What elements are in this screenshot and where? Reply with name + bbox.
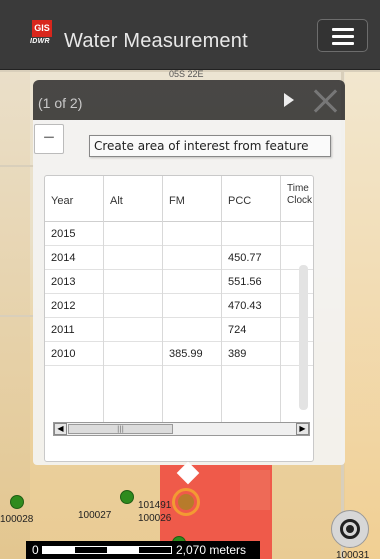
cell-alt (104, 246, 163, 270)
column-header-time-clock[interactable]: Time Clock (281, 176, 313, 222)
well-marker[interactable] (120, 490, 134, 504)
cell-fm: 385.99 (163, 342, 222, 366)
scale-bar: 0 2,070 meters (26, 541, 260, 559)
well-id-label: 100028 (0, 514, 34, 525)
column-header-fm[interactable]: FM (163, 176, 222, 222)
scale-distance: 2,070 meters (176, 543, 247, 557)
popup-vertical-scrollbar[interactable] (299, 265, 308, 410)
well-id-label: 101491 (138, 500, 172, 511)
table-row: 2012 470.43 (45, 294, 313, 318)
cell-alt (104, 294, 163, 318)
cell-alt (104, 318, 163, 342)
logo-gis-text: GIS (32, 20, 52, 37)
scale-zero: 0 (32, 543, 39, 557)
table-row: 2015 (45, 222, 313, 246)
cell-year: 2012 (45, 294, 104, 318)
table-row: 2013 551.56 (45, 270, 313, 294)
cell-pcc: 724 (222, 318, 281, 342)
cell-pcc (222, 222, 281, 246)
cell-pcc: 551.56 (222, 270, 281, 294)
table-row: 2014 450.77 (45, 246, 313, 270)
cell-year: 2010 (45, 342, 104, 366)
cell-year: 2015 (45, 222, 104, 246)
map-terrain (345, 70, 380, 559)
well-id-label: 100027 (78, 510, 112, 521)
hamburger-icon-bar (332, 42, 354, 45)
cell-time-clock (281, 342, 313, 366)
cell-year: 2011 (45, 318, 104, 342)
table-empty-area (45, 366, 313, 422)
cell-fm (163, 246, 222, 270)
cell-pcc: 450.77 (222, 246, 281, 270)
cell-time-clock (281, 270, 313, 294)
table-row: 2011 724 (45, 318, 313, 342)
cell-year: 2013 (45, 270, 104, 294)
cell-alt (104, 270, 163, 294)
hamburger-icon (332, 28, 354, 31)
cell-pcc: 389 (222, 342, 281, 366)
app-title: Water Measurement (64, 30, 248, 52)
table-header-row: Year Alt FM PCC Time Clock (45, 176, 313, 222)
close-icon[interactable] (312, 88, 338, 114)
popup-header: (1 of 2) (33, 80, 345, 120)
scroll-left-arrow-icon[interactable]: ◀ (54, 423, 67, 435)
cell-fm (163, 222, 222, 246)
locate-button[interactable] (331, 510, 369, 548)
next-arrow-icon[interactable] (284, 93, 294, 107)
map-road (0, 315, 34, 317)
cell-alt (104, 222, 163, 246)
scale-bar-graphic (42, 546, 172, 554)
township-label: 05S 22E (169, 70, 204, 79)
table-row: 2010 385.99 389 (45, 342, 313, 366)
cell-time-clock (281, 246, 313, 270)
logo-idwr-text: IDWR (30, 38, 50, 45)
cell-time-clock (281, 294, 313, 318)
cell-year: 2014 (45, 246, 104, 270)
popup-feature-count: (1 of 2) (38, 95, 83, 111)
scroll-right-arrow-icon[interactable]: ▶ (296, 423, 309, 435)
scrollbar-thumb[interactable]: ||| (68, 424, 173, 434)
table-horizontal-scrollbar[interactable]: ◀ ||| ▶ (53, 422, 310, 436)
cell-fm (163, 270, 222, 294)
well-id-label: 100031 (336, 550, 370, 559)
cell-alt (104, 342, 163, 366)
hamburger-icon-bar (332, 35, 354, 38)
well-marker[interactable] (10, 495, 24, 509)
measurement-table: Year Alt FM PCC Time Clock 2015 2014 450… (44, 175, 314, 462)
zoom-out-button[interactable]: − (34, 124, 64, 154)
cell-time-clock (281, 318, 313, 342)
column-header-year[interactable]: Year (45, 176, 104, 222)
cell-fm (163, 318, 222, 342)
column-header-pcc[interactable]: PCC (222, 176, 281, 222)
app-header: GIS IDWR Water Measurement (0, 0, 380, 70)
parcel-area[interactable] (240, 470, 270, 510)
cell-fm (163, 294, 222, 318)
gis-idwr-logo: GIS IDWR (30, 20, 55, 50)
cell-pcc: 470.43 (222, 294, 281, 318)
column-header-alt[interactable]: Alt (104, 176, 163, 222)
well-id-label: 100026 (138, 513, 172, 524)
menu-button[interactable] (317, 19, 368, 52)
locate-center-icon (346, 525, 354, 533)
cell-time-clock (281, 222, 313, 246)
selected-feature-core (178, 494, 194, 510)
create-aoi-tooltip: Create area of interest from feature (89, 135, 331, 157)
map-road (0, 165, 34, 167)
